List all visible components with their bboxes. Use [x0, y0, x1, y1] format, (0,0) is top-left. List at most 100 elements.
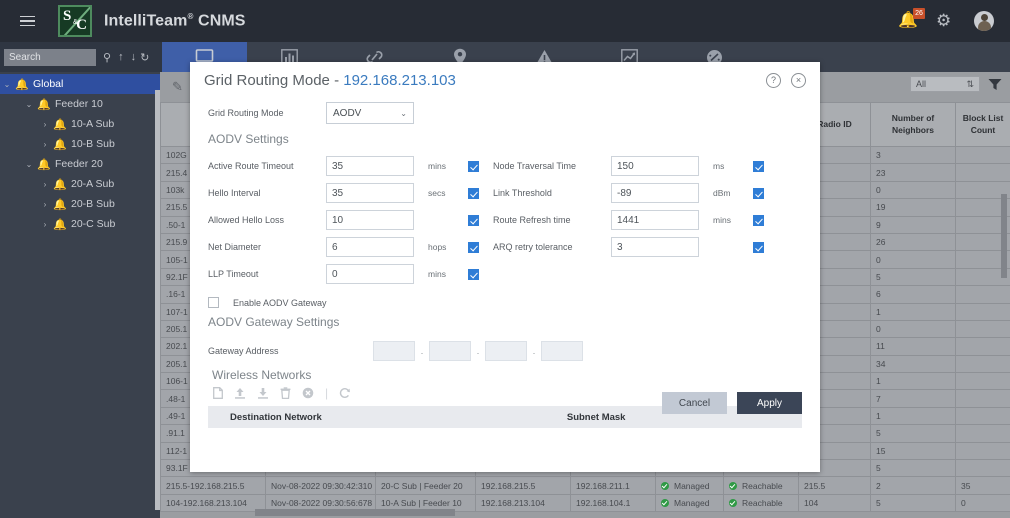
setting-checkbox[interactable]	[753, 188, 764, 199]
table-cell: Managed	[656, 494, 724, 511]
filter-funnel-icon[interactable]	[988, 78, 1002, 91]
setting-checkbox[interactable]	[468, 188, 479, 199]
sidebar-item-10-a-sub[interactable]: › 🔔 10-A Sub	[0, 114, 160, 134]
cancel-icon[interactable]	[302, 387, 314, 399]
table-cell	[956, 147, 1010, 164]
col-subnet-mask[interactable]: Subnet Mask	[567, 412, 626, 423]
table-cell: 192.168.215.5	[476, 477, 571, 494]
table-cell: 6	[871, 286, 956, 303]
setting-checkbox[interactable]	[753, 242, 764, 253]
chevron-down-icon[interactable]: ⌄	[22, 100, 36, 109]
application-root: S & C IntelliTeam® CNMS 🔔 26 ⚙ ⚲ ↑ ↓ ↻	[0, 0, 1010, 518]
table-cell: 7	[871, 390, 956, 407]
table-cell: 5	[871, 494, 956, 511]
edit-pencil-icon[interactable]: ✎	[172, 79, 183, 95]
chevron-right-icon[interactable]: ›	[38, 120, 52, 129]
setting-input[interactable]	[326, 210, 414, 230]
table-cell: 0	[871, 320, 956, 337]
setting-input[interactable]	[611, 210, 699, 230]
gateway-octet-4[interactable]	[541, 341, 583, 361]
table-cell: Reachable	[724, 477, 799, 494]
download-icon[interactable]	[257, 387, 269, 399]
table-horizontal-scrollbar[interactable]	[255, 509, 455, 516]
setting-row-allowed-hello-loss: Allowed Hello Loss	[208, 210, 493, 230]
grid-routing-mode-select[interactable]: AODV ⌄	[326, 102, 414, 124]
setting-checkbox[interactable]	[468, 161, 479, 172]
setting-unit: mins	[428, 269, 468, 279]
chevron-down-icon[interactable]: ⌄	[22, 160, 36, 169]
close-icon[interactable]: ×	[791, 73, 806, 88]
setting-input[interactable]	[611, 183, 699, 203]
nav-up-icon[interactable]: ↑	[118, 51, 124, 63]
setting-checkbox[interactable]	[753, 161, 764, 172]
help-icon[interactable]: ?	[766, 73, 781, 88]
sidebar-item-label: 10-B Sub	[68, 138, 115, 150]
bell-icon: 🔔	[52, 218, 68, 231]
table-cell: 215.5	[799, 477, 871, 494]
search-input[interactable]	[4, 49, 96, 66]
hamburger-menu-icon[interactable]	[20, 16, 54, 27]
sidebar-item-20-b-sub[interactable]: › 🔔 20-B Sub	[0, 194, 160, 214]
search-icon[interactable]: ⚲	[103, 51, 111, 64]
setting-input[interactable]	[326, 264, 414, 284]
sidebar-item-feeder-20[interactable]: ⌄ 🔔 Feeder 20	[0, 154, 160, 174]
sidebar-item-20-c-sub[interactable]: › 🔔 20-C Sub	[0, 214, 160, 234]
enable-aodv-gateway-label: Enable AODV Gateway	[233, 298, 327, 308]
table-vertical-scrollbar[interactable]	[1001, 194, 1007, 278]
sidebar-item-global[interactable]: ⌄ 🔔 Global	[0, 74, 160, 94]
right-settings-column: Node Traversal TimemsLink ThresholddBmRo…	[493, 156, 764, 291]
setting-input[interactable]	[326, 237, 414, 257]
setting-input[interactable]	[326, 156, 414, 176]
col-block-list-count[interactable]: Block List Count	[956, 103, 1010, 147]
filter-select[interactable]: All ⇅	[910, 76, 980, 92]
sidebar-item-20-a-sub[interactable]: › 🔔 20-A Sub	[0, 174, 160, 194]
col-destination-network[interactable]: Destination Network	[230, 412, 322, 423]
gateway-octet-1[interactable]	[373, 341, 415, 361]
enable-aodv-gateway-checkbox[interactable]	[208, 297, 219, 308]
nav-refresh-icon[interactable]: ↻	[140, 51, 149, 64]
apply-button[interactable]: Apply	[737, 392, 802, 414]
table-cell: 19	[871, 199, 956, 216]
new-document-icon[interactable]	[213, 387, 223, 399]
sidebar-item-feeder-10[interactable]: ⌄ 🔔 Feeder 10	[0, 94, 160, 114]
gateway-octet-3[interactable]	[485, 341, 527, 361]
setting-label: Hello Interval	[208, 188, 326, 198]
table-cell: 34	[871, 355, 956, 372]
table-cell: 1	[871, 373, 956, 390]
enable-gateway-row: Enable AODV Gateway	[208, 297, 802, 308]
setting-checkbox[interactable]	[468, 242, 479, 253]
user-avatar[interactable]	[974, 11, 994, 31]
dialog-title: Grid Routing Mode - 192.168.213.103	[204, 72, 456, 89]
settings-button[interactable]: ⚙	[936, 11, 956, 31]
col-number-of-neighbors[interactable]: Number of Neighbors	[871, 103, 956, 147]
setting-input[interactable]	[611, 237, 699, 257]
table-cell	[956, 303, 1010, 320]
dialog-title-text: Grid Routing Mode -	[204, 72, 343, 89]
upload-icon[interactable]	[234, 387, 246, 399]
chevron-down-icon[interactable]: ⌄	[0, 80, 14, 89]
delete-icon[interactable]	[280, 387, 291, 399]
setting-checkbox[interactable]	[753, 215, 764, 226]
nav-down-icon[interactable]: ↓	[131, 51, 137, 63]
setting-input[interactable]	[326, 183, 414, 203]
setting-checkbox[interactable]	[468, 269, 479, 280]
brand-name: IntelliTeam	[104, 12, 188, 29]
table-row[interactable]: 215.5-192.168.215.5Nov-08-2022 09:30:42:…	[161, 477, 1010, 494]
bell-icon: 🔔	[52, 178, 68, 191]
notifications-button[interactable]: 🔔 26	[898, 11, 918, 31]
sidebar-item-10-b-sub[interactable]: › 🔔 10-B Sub	[0, 134, 160, 154]
gateway-octet-2[interactable]	[429, 341, 471, 361]
chevron-right-icon[interactable]: ›	[38, 140, 52, 149]
setting-input[interactable]	[611, 156, 699, 176]
sidebar-item-label: 10-A Sub	[68, 118, 114, 130]
chevron-right-icon[interactable]: ›	[38, 200, 52, 209]
table-cell: 0	[871, 251, 956, 268]
setting-checkbox[interactable]	[468, 215, 479, 226]
chevron-right-icon[interactable]: ›	[38, 220, 52, 229]
table-cell: 3	[871, 147, 956, 164]
chevron-right-icon[interactable]: ›	[38, 180, 52, 189]
table-cell: 15	[871, 442, 956, 459]
cancel-button[interactable]: Cancel	[662, 392, 727, 414]
bell-icon: 🔔	[36, 98, 52, 111]
refresh-icon[interactable]	[339, 387, 351, 399]
